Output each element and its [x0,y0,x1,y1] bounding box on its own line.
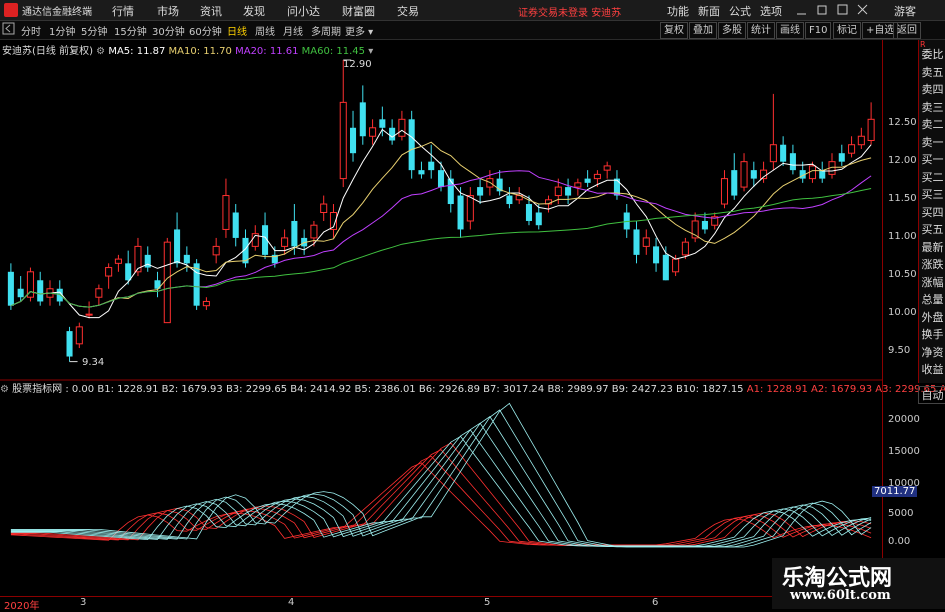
date-axis-year: 2020年 [4,601,40,612]
candle-body [37,280,44,302]
candle-body [105,267,113,277]
indicator-axis-label: 15000 [888,446,920,457]
indicator-a-values: A1: 1228.91 A2: 1679.93 A3: 2299.65 A4: … [746,384,945,395]
indicator-line [10,455,872,546]
indicator-line [10,449,872,546]
candle-body [359,102,366,137]
indicator-current-value: 7011.77 [872,486,918,497]
indicator-settings-icon[interactable]: ⚙ [0,384,9,395]
candle-body [477,187,484,196]
auto-button[interactable]: 自动 [918,386,945,404]
candle-body [202,300,210,307]
candle-body [310,224,318,239]
candle-body [838,153,845,162]
candle-body [369,127,377,137]
candle-body [114,258,122,264]
candle-body [163,241,171,324]
candle-body [857,135,865,146]
candle-body [174,229,181,264]
candle-body [584,178,591,183]
indicator-line [10,442,872,546]
candle-body [780,144,787,162]
indicator-name: 股票指标网 : 0.00 [12,384,95,395]
candle-body [565,187,572,196]
candle-body [125,263,132,281]
candle-body [740,161,748,188]
candle-body [232,212,239,238]
candle-body [95,288,103,298]
candle-body [291,220,298,247]
candle-body [457,195,464,230]
candle-body [339,101,347,180]
date-axis-label: 6 [652,597,659,608]
candle-body [789,153,796,171]
candle-body [85,313,93,316]
candle-body [320,203,328,213]
candle-body [408,119,415,171]
candle-body [389,127,396,141]
candle-body [379,119,386,128]
candle-body [731,170,738,196]
indicator-line [10,435,872,547]
indicator-axis-label: 0.00 [888,536,911,547]
indicator-line [10,462,872,546]
candle-body [720,178,729,205]
candle-body [418,170,425,175]
candle-body [183,254,190,264]
candle-body [506,195,513,205]
indicator-axis-label: 20000 [888,414,920,425]
date-axis-label: 4 [288,597,295,608]
candle-body [7,271,14,306]
candle-body [848,144,856,154]
indicator-legend: ⚙ 股票指标网 : 0.00 B1: 1228.91 B2: 1679.93 B… [0,380,945,395]
candle-body [193,263,200,306]
indicator-b-values: B1: 1228.91 B2: 1679.93 B3: 2299.65 B4: … [97,384,744,395]
candle-body [466,195,474,222]
candle-body [593,173,601,180]
candle-body [281,237,289,247]
candle-body [398,118,406,137]
candle-body [437,170,445,188]
candle-body [662,254,669,281]
candle-body [867,118,875,141]
candle-body [574,182,582,188]
candle-body [75,326,83,345]
candle-body [681,241,689,256]
candle-body [769,144,777,163]
candle-body [554,186,562,197]
indicator-line [10,422,872,547]
candle-body [222,195,230,230]
candle-body [750,170,757,179]
candle-body [633,229,640,255]
watermark-url: www.60lt.com [790,588,891,603]
candle-body [653,246,660,264]
candle-body [525,204,533,221]
date-axis-label: 3 [80,597,87,608]
candle-body [349,127,357,154]
indicator-line [10,402,872,548]
candle-body [212,245,220,256]
date-axis-label: 5 [484,597,491,608]
candle-body [447,178,454,205]
candle-body [428,161,435,171]
candle-body [17,288,24,298]
candle-body [66,331,73,357]
candle-body [701,220,708,230]
candle-body [603,165,611,171]
candle-body [672,258,680,273]
ma5-line [10,128,872,319]
candle-body [642,237,650,247]
indicator-axis-label: 5000 [888,508,914,519]
candlestick-chart[interactable] [0,0,945,609]
candle-body [535,212,542,226]
